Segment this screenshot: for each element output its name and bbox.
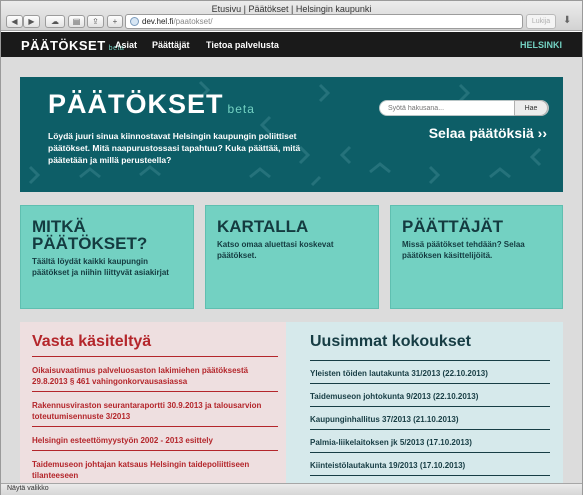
page-content: PÄÄTÖKSET beta Löydä juuri sinua kiinnost… [1, 57, 582, 483]
nav-link-paattajat[interactable]: Päättäjät [152, 40, 190, 50]
divider [310, 383, 550, 384]
divider [32, 426, 278, 427]
search-form: Hae [379, 100, 549, 116]
hero-banner: PÄÄTÖKSET beta Löydä juuri sinua kiinnost… [20, 77, 563, 192]
back-button[interactable]: ◀ [6, 15, 23, 28]
share-icon[interactable]: ⇪ [87, 15, 104, 28]
card-map[interactable]: KARTALLA Katso omaa aluettasi koskevat p… [205, 205, 379, 309]
forward-button[interactable]: ▶ [23, 15, 40, 28]
browse-decisions-link[interactable]: Selaa päätöksiä ›› [429, 125, 547, 141]
card-decision-makers-text: Missä päätökset tehdään? Selaa päätöksen… [402, 240, 525, 260]
divider [310, 360, 550, 361]
divider [32, 356, 278, 357]
browser-window: Etusivu | Päätökset | Helsingin kaupunki… [0, 0, 583, 495]
divider [32, 450, 278, 451]
window-title: Etusivu | Päätökset | Helsingin kaupunki [211, 4, 372, 14]
recent-item[interactable]: Helsingin esteettömyystyön 2002 - 2013 e… [32, 435, 278, 446]
address-bar[interactable]: dev.hel.fi/paatokset/ [125, 14, 523, 29]
meeting-item[interactable]: Palmia-liikelaitoksen jk 5/2013 (17.10.2… [310, 437, 550, 448]
card-decision-makers[interactable]: PÄÄTTÄJÄT Missä päätökset tehdään? Selaa… [390, 205, 563, 309]
card-map-text: Katso omaa aluettasi koskevat päätökset. [217, 240, 334, 260]
meetings-title: Uusimmat kokoukset [310, 333, 471, 350]
reader-button[interactable]: Lukija [526, 14, 556, 29]
search-button[interactable]: Hae [514, 100, 548, 116]
url-host: dev.hel.fi [142, 17, 174, 26]
meeting-item[interactable]: Kaupunginhallitus 37/2013 (21.10.2013) [310, 414, 550, 425]
nav-link-asiat[interactable]: Asiat [115, 40, 137, 50]
status-text: Näytä valikko [7, 485, 49, 492]
card-decisions-title: MITKÄ PÄÄTÖKSET? [32, 217, 148, 253]
meeting-item[interactable]: Taidemuseon johtokunta 9/2013 (22.10.201… [310, 391, 550, 402]
title-bar: Etusivu | Päätökset | Helsingin kaupunki… [1, 1, 582, 31]
recent-decisions-panel: Vasta käsiteltyä Oikaisuvaatimus palvelu… [20, 322, 286, 483]
recent-item[interactable]: Oikaisuvaatimus palveluosaston lakimiehe… [32, 365, 278, 387]
card-decisions-text: Täältä löydät kaikki kaupungin päätökset… [32, 257, 169, 277]
recent-title: Vasta käsiteltyä [32, 333, 152, 350]
divider [310, 452, 550, 453]
recent-item[interactable]: Rakennusviraston seurantaraportti 30.9.2… [32, 400, 278, 422]
url-path: /paatokset/ [173, 17, 213, 26]
divider [310, 429, 550, 430]
hero-description: Löydä juuri sinua kiinnostavat Helsingin… [48, 131, 301, 165]
divider [32, 391, 278, 392]
divider [310, 406, 550, 407]
site-nav: PÄÄTÖKSET beta Asiat Päättäjät Tietoa pal… [1, 32, 582, 57]
sidebar-icon[interactable]: ▤ [68, 15, 85, 28]
site-logo[interactable]: PÄÄTÖKSET beta [21, 38, 124, 53]
card-decision-makers-title: PÄÄTTÄJÄT [402, 217, 504, 236]
new-tab-button[interactable]: + [107, 15, 123, 28]
card-decisions[interactable]: MITKÄ PÄÄTÖKSET? Täältä löydät kaikki ka… [20, 205, 194, 309]
recent-item[interactable]: Taidemuseon johtajan katsaus Helsingin t… [32, 459, 278, 481]
search-input[interactable] [380, 101, 516, 115]
globe-icon [130, 17, 139, 26]
cloud-tabs-icon[interactable]: ☁ [45, 15, 65, 28]
download-icon[interactable]: ⬇ [563, 15, 571, 26]
nav-city[interactable]: HELSINKI [520, 40, 562, 50]
meeting-item[interactable]: Yleisten töiden lautakunta 31/2013 (22.1… [310, 368, 550, 379]
card-map-title: KARTALLA [217, 217, 309, 236]
latest-meetings-panel: Uusimmat kokoukset Yleisten töiden lauta… [286, 322, 563, 483]
nav-link-tietoa[interactable]: Tietoa palvelusta [206, 40, 279, 50]
status-bar: Näytä valikko [1, 483, 582, 495]
meeting-item[interactable]: Kiinteistölautakunta 19/2013 (17.10.2013… [310, 460, 550, 471]
divider [310, 475, 550, 476]
hero-logo: PÄÄTÖKSET beta [48, 89, 255, 119]
